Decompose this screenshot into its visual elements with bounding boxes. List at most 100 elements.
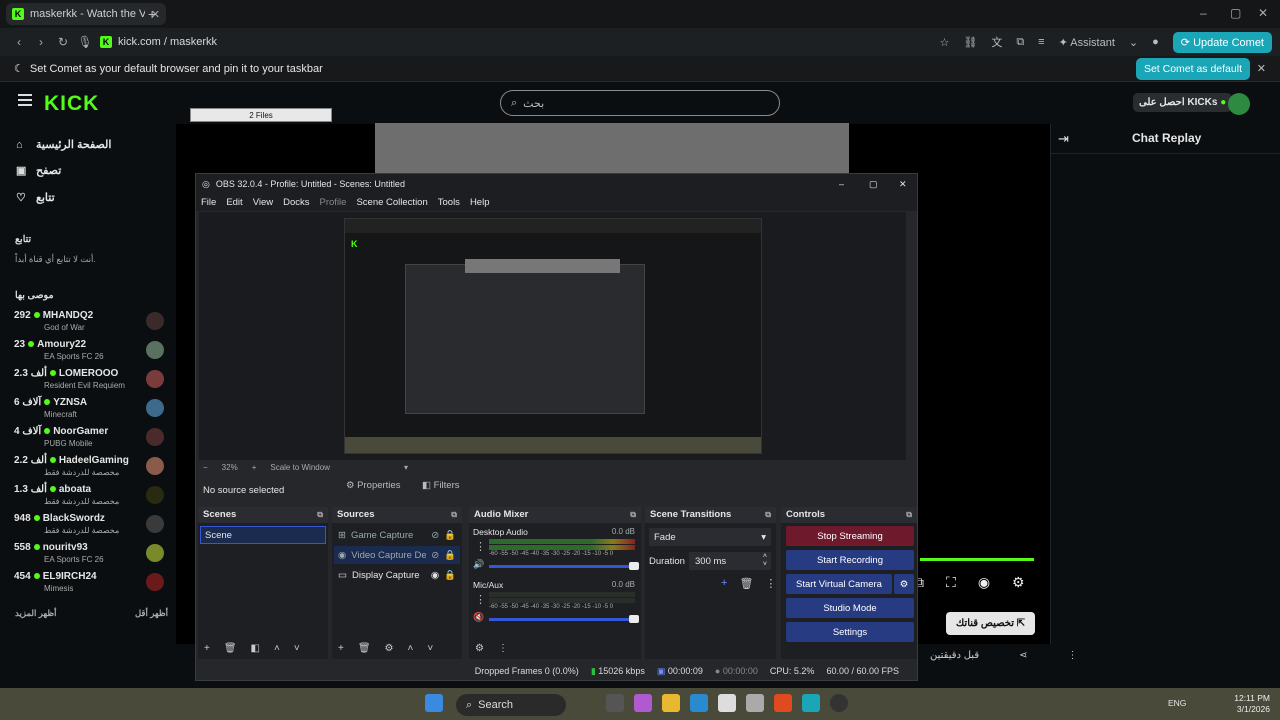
comet-taskbar-icon[interactable]	[802, 694, 820, 712]
link-icon[interactable]: ⛓	[963, 36, 977, 49]
mic-muted-icon[interactable]: 🔇	[473, 612, 484, 623]
obs-menu-view[interactable]: View	[253, 197, 273, 208]
translate-icon[interactable]: 文	[991, 34, 1002, 50]
share-icon[interactable]: ⋖	[1019, 650, 1027, 661]
task-view-icon[interactable]	[606, 694, 624, 712]
stop-streaming-button[interactable]: Stop Streaming	[786, 526, 914, 546]
recommended-channel[interactable]: 558 nouritv93 EA Sports FC 26	[14, 542, 164, 570]
obs-menu-scene-collection[interactable]: Scene Collection	[356, 197, 427, 208]
collapse-chat-icon[interactable]: ⇥	[1058, 131, 1069, 147]
hamburger-menu-icon[interactable]	[18, 94, 32, 109]
zoom-out-icon[interactable]: −	[203, 463, 208, 472]
settings-gear-icon[interactable]: ⚙	[1012, 574, 1025, 591]
fullscreen-icon[interactable]: ⛶	[946, 574, 956, 591]
duration-input[interactable]: 300 ms ˄ ˅	[689, 552, 771, 570]
recommended-channel[interactable]: 2.3 ألف LOMEROOO Resident Evil Requiem	[14, 368, 164, 396]
kick-logo[interactable]: KICK	[44, 92, 99, 116]
source-item[interactable]: ◉ Video Capture Dev ⊘ 🔒	[334, 546, 460, 564]
recommended-channel[interactable]: 23 Amoury22 EA Sports FC 26	[14, 339, 164, 367]
close-window-icon[interactable]: ✕	[1258, 6, 1268, 20]
lock-icon[interactable]: 🔒	[444, 530, 456, 541]
add-scene-icon[interactable]: +	[204, 643, 210, 654]
recommended-channel[interactable]: 2.2 ألف HadeelGaming مخصصة للدردشة فقط	[14, 455, 164, 483]
studio-mode-button[interactable]: Studio Mode	[786, 598, 914, 618]
mixer-undock-icon[interactable]: ⧉	[630, 507, 636, 523]
whatsapp-files-widget[interactable]: 2 Files	[190, 108, 332, 122]
virtual-camera-settings-icon[interactable]: ⚙	[894, 574, 914, 594]
lock-icon[interactable]: 🔒	[444, 550, 456, 561]
star-icon[interactable]: ☆	[939, 36, 949, 49]
remove-transition-icon[interactable]: 🗑	[739, 577, 753, 590]
more-options-icon[interactable]: ⋮	[1068, 650, 1078, 661]
extension-icon[interactable]: ⧉	[1016, 36, 1024, 49]
settings-button[interactable]: Settings	[786, 622, 914, 642]
maximize-icon[interactable]: ▢	[1230, 6, 1241, 20]
mic-menu-icon[interactable]: ⋮	[475, 593, 486, 606]
url-field[interactable]: K kick.com / maskerkk	[100, 36, 217, 48]
source-down-icon[interactable]: ˅	[427, 643, 433, 654]
controls-undock-icon[interactable]: ⧉	[906, 507, 912, 523]
mic-icon[interactable]: 🎙	[74, 35, 96, 49]
taskbar-search[interactable]: ⌕ Search	[456, 694, 566, 716]
mixer-menu-icon[interactable]: ⋮	[498, 643, 508, 654]
chevron-down-icon[interactable]: ⌄	[1129, 36, 1138, 49]
update-comet-button[interactable]: ⟳ Update Comet	[1172, 31, 1272, 53]
copilot-icon[interactable]	[634, 694, 652, 712]
add-source-icon[interactable]: +	[338, 643, 344, 654]
scene-up-icon[interactable]: ˄	[274, 643, 280, 654]
reload-icon[interactable]: ↻	[52, 35, 74, 49]
sources-undock-icon[interactable]: ⧉	[451, 507, 457, 523]
start-menu-icon[interactable]	[425, 694, 443, 712]
desktop-volume-knob[interactable]	[629, 562, 639, 570]
recommended-channel[interactable]: 292 MHANDQ2 God of War	[14, 310, 164, 338]
language-indicator[interactable]: ENG	[1168, 698, 1186, 708]
remove-source-icon[interactable]: 🗑	[358, 643, 371, 654]
recommended-channel[interactable]: 948 BlackSwordz مخصصة للدردشة فقط	[14, 513, 164, 541]
obs-menu-file[interactable]: File	[201, 197, 216, 208]
set-default-button[interactable]: Set Comet as default	[1135, 58, 1250, 80]
show-more-link[interactable]: أظهر المزيد	[15, 608, 56, 619]
app-icon[interactable]	[746, 694, 764, 712]
obs-preview[interactable]: K	[199, 212, 906, 460]
nav-home[interactable]: ⌂ الصفحة الرئيسية	[16, 138, 111, 152]
eye-hidden-icon[interactable]: ⊘	[431, 550, 439, 561]
recommended-channel[interactable]: 1.3 ألف aboata مخصصة للدردشة فقط	[14, 484, 164, 512]
browser-tab[interactable]: K maskerkk - Watch the VO ✕	[6, 3, 166, 25]
scale-mode-select[interactable]: Scale to Window	[270, 463, 330, 472]
source-item[interactable]: ▭ Display Capture ◉ 🔒	[334, 566, 460, 584]
remove-scene-icon[interactable]: 🗑	[224, 643, 237, 654]
file-explorer-icon[interactable]	[662, 694, 680, 712]
edge-icon[interactable]	[690, 694, 708, 712]
minimize-icon[interactable]: –	[1200, 6, 1207, 20]
profile-icon[interactable]: ●	[1152, 36, 1159, 48]
recommended-channel[interactable]: 6 آلاف YZNSA Minecraft	[14, 397, 164, 425]
zoom-in-icon[interactable]: +	[252, 463, 257, 472]
player-progress-bar[interactable]	[920, 558, 1034, 561]
desktop-audio-menu-icon[interactable]: ⋮	[475, 540, 486, 553]
scenes-undock-icon[interactable]: ⧉	[317, 507, 323, 523]
store-icon[interactable]	[718, 694, 736, 712]
new-tab-icon[interactable]: +	[148, 6, 156, 22]
mic-volume-knob[interactable]	[629, 615, 639, 623]
obs-close-icon[interactable]: ✕	[899, 179, 907, 190]
duration-spinner-icon[interactable]: ˄ ˅	[763, 553, 767, 569]
transitions-undock-icon[interactable]: ⧉	[765, 507, 771, 523]
obs-menu-tools[interactable]: Tools	[438, 197, 460, 208]
clip-icon[interactable]: ◉	[978, 574, 990, 591]
search-input[interactable]: ⌕ بحث	[500, 90, 780, 116]
recommended-channel[interactable]: 454 EL9IRCH24 Mimesis	[14, 571, 164, 599]
nav-browse[interactable]: ▣ تصفح	[16, 164, 61, 177]
user-avatar[interactable]	[1228, 93, 1250, 115]
mic-volume-slider[interactable]	[489, 615, 639, 623]
show-less-link[interactable]: أظهر أقل	[135, 608, 168, 619]
start-virtual-camera-button[interactable]: Start Virtual Camera	[786, 574, 892, 594]
eye-hidden-icon[interactable]: ⊘	[431, 530, 439, 541]
scene-filters-icon[interactable]: ◧	[251, 643, 260, 654]
scene-item[interactable]: Scene	[200, 526, 326, 544]
eye-icon[interactable]: ◉	[431, 570, 439, 581]
close-banner-icon[interactable]: ✕	[1257, 62, 1266, 75]
get-kicks-button[interactable]: احصل على KICKs ●	[1133, 93, 1233, 112]
source-item[interactable]: ⊞ Game Capture ⊘ 🔒	[334, 526, 460, 544]
taskbar-clock[interactable]: 12:11 PM 3/1/2026	[1234, 693, 1270, 715]
obs-menu-edit[interactable]: Edit	[226, 197, 242, 208]
